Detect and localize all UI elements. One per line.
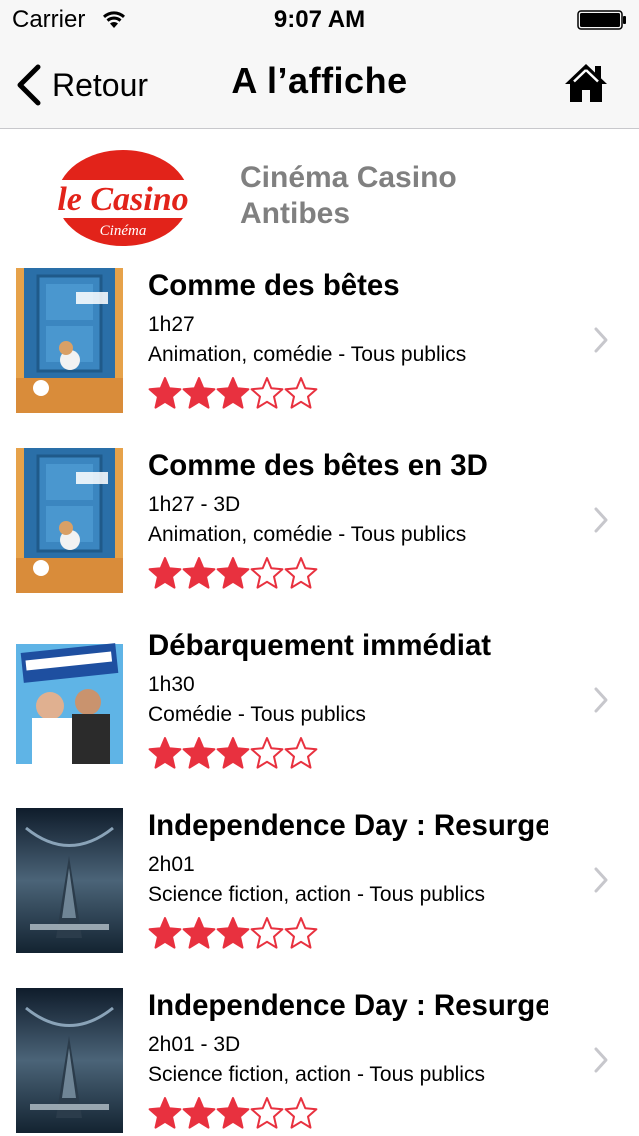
star-empty-icon [284,917,318,949]
film-info: Comme des bêtes en 3D 1h27 - 3D Animation,… [148,448,548,590]
star-filled-icon [148,917,182,949]
star-rating [148,1096,548,1130]
film-info: Independence Day : Resurgence 2h01 Science… [148,808,548,950]
star-filled-icon [216,557,250,589]
film-duration: 2h01 [148,853,195,876]
star-rating [148,916,548,950]
star-filled-icon [216,737,250,769]
star-rating [148,736,548,770]
star-empty-icon [284,737,318,769]
film-genre: Animation, comédie - Tous publics [148,523,467,546]
film-row[interactable]: Comme des bêtes en 3D 1h27 - 3D Animation,… [0,442,639,622]
film-title: Débarquement immédiat [148,629,492,662]
film-genre: Science fiction, action - Tous publics [148,1063,485,1086]
film-row[interactable]: Débarquement immédiat 1h30 Comédie - Tous … [0,622,639,802]
film-info: Independence Day : Resurgence 2h01 - 3D Sc… [148,988,548,1130]
status-time: 9:07 AM [273,6,366,33]
film-row[interactable]: Comme des bêtes 1h27 Animation, comédie - … [0,262,639,442]
chevron-right-icon [594,687,608,713]
star-filled-icon [216,917,250,949]
film-poster [16,628,123,773]
star-filled-icon [182,1097,216,1129]
star-filled-icon [148,377,182,409]
battery-icon [577,10,626,30]
home-icon[interactable] [563,60,609,106]
status-bar: Carrier 9:07 AM [0,0,639,40]
film-duration: 1h27 - 3D [148,493,241,516]
film-duration: 1h30 [148,673,195,696]
star-empty-icon [250,1097,284,1129]
cinema-logo: le Casino Cinéma [52,150,194,246]
star-empty-icon [284,1097,318,1129]
film-genre: Animation, comédie - Tous publics [148,343,467,366]
film-poster [16,268,123,413]
star-empty-icon [284,377,318,409]
star-filled-icon [216,1097,250,1129]
chevron-right-icon [594,1047,608,1073]
star-filled-icon [148,557,182,589]
page-title: A l’affiche [231,60,408,101]
film-row[interactable]: Independence Day : Resurgence 2h01 - 3D Sc… [0,982,639,1136]
cinema-name-line1: Cinéma Casino [240,161,457,194]
film-duration: 1h27 [148,313,195,336]
star-filled-icon [182,557,216,589]
svg-text:Cinéma: Cinéma [100,223,147,239]
svg-text:le Casino: le Casino [57,181,188,218]
film-poster [16,448,123,593]
star-empty-icon [250,737,284,769]
star-filled-icon [216,377,250,409]
chevron-right-icon [594,327,608,353]
navigation-bar: Retour A l’affiche [0,40,639,129]
film-title: Independence Day : Resurgence [148,809,548,842]
film-title: Independence Day : Resurgence [148,989,548,1022]
chevron-right-icon [594,867,608,893]
film-info: Comme des bêtes 1h27 Animation, comédie - … [148,268,548,410]
film-genre: Science fiction, action - Tous publics [148,883,485,906]
film-title: Comme des bêtes [148,269,400,302]
chevron-right-icon [594,507,608,533]
star-empty-icon [250,557,284,589]
star-filled-icon [148,737,182,769]
star-filled-icon [182,917,216,949]
film-poster [16,808,123,953]
star-empty-icon [250,917,284,949]
star-empty-icon [250,377,284,409]
star-filled-icon [148,1097,182,1129]
film-info: Débarquement immédiat 1h30 Comédie - Tous … [148,628,548,770]
star-filled-icon [182,377,216,409]
star-rating [148,556,548,590]
film-duration: 2h01 - 3D [148,1033,241,1056]
star-empty-icon [284,557,318,589]
film-title: Comme des bêtes en 3D [148,449,488,482]
cinema-name-line2: Antibes [240,197,351,230]
star-filled-icon [182,737,216,769]
cinema-name: Cinéma Casino Antibes [240,160,620,232]
film-genre: Comédie - Tous publics [148,703,366,726]
film-poster [16,988,123,1133]
star-rating [148,376,548,410]
cinema-header: le Casino Cinéma Cinéma Casino Antibes [0,130,639,260]
film-row[interactable]: Independence Day : Resurgence 2h01 Science… [0,802,639,982]
